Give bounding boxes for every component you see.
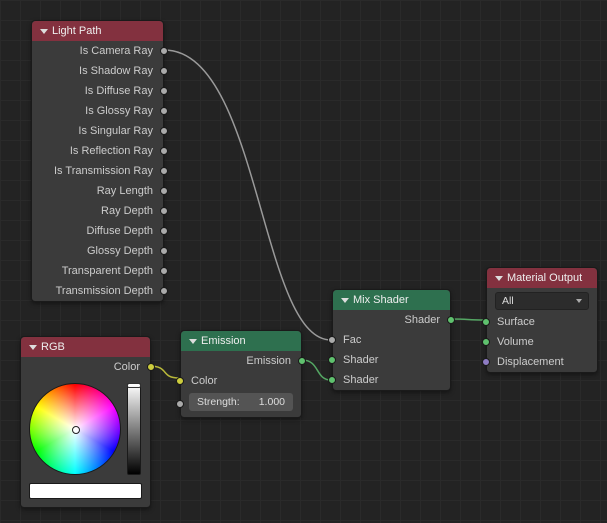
node-header-mix-shader[interactable]: Mix Shader [333, 290, 450, 310]
input-volume: Volume [487, 332, 597, 352]
node-rgb[interactable]: RGB Color [20, 336, 151, 508]
output-is-glossy-ray: Is Glossy Ray [32, 101, 163, 121]
color-wheel-cursor-icon [72, 426, 80, 434]
socket-out-glossy-depth[interactable] [160, 247, 168, 255]
socket-out-transparent-depth[interactable] [160, 267, 168, 275]
socket-in-shader-1[interactable] [328, 356, 336, 364]
input-displacement: Displacement [487, 352, 597, 372]
output-ray-depth: Ray Depth [32, 201, 163, 221]
socket-out-is-shadow-ray[interactable] [160, 67, 168, 75]
node-emission[interactable]: Emission Emission Color Strength: 1.000 [180, 330, 302, 418]
color-swatch[interactable] [29, 483, 142, 499]
node-header-rgb[interactable]: RGB [21, 337, 150, 357]
socket-out-is-singular-ray[interactable] [160, 127, 168, 135]
node-header-light-path[interactable]: Light Path [32, 21, 163, 41]
socket-out-transmission-depth[interactable] [160, 287, 168, 295]
input-surface: Surface [487, 312, 597, 332]
output-is-shadow-ray: Is Shadow Ray [32, 61, 163, 81]
input-shader-2: Shader [333, 370, 450, 390]
color-wheel[interactable] [29, 383, 121, 475]
socket-out-is-diffuse-ray[interactable] [160, 87, 168, 95]
node-light-path[interactable]: Light Path Is Camera Ray Is Shadow Ray I… [31, 20, 164, 302]
output-transmission-depth: Transmission Depth [32, 281, 163, 301]
node-title: Light Path [52, 25, 102, 37]
socket-out-diffuse-depth[interactable] [160, 227, 168, 235]
node-mix-shader[interactable]: Mix Shader Shader Fac Shader Shader [332, 289, 451, 391]
output-is-diffuse-ray: Is Diffuse Ray [32, 81, 163, 101]
node-title: Material Output [507, 272, 582, 284]
socket-out-is-glossy-ray[interactable] [160, 107, 168, 115]
strength-value: 1.000 [259, 396, 285, 408]
output-is-camera-ray: Is Camera Ray [32, 41, 163, 61]
node-header-material-output[interactable]: Material Output [487, 268, 597, 288]
collapse-toggle-icon[interactable] [495, 276, 503, 281]
socket-in-fac[interactable] [328, 336, 336, 344]
node-title: RGB [41, 341, 65, 353]
output-is-reflection-ray: Is Reflection Ray [32, 141, 163, 161]
output-is-transmission-ray: Is Transmission Ray [32, 161, 163, 181]
node-title: Mix Shader [353, 294, 409, 306]
output-transparent-depth: Transparent Depth [32, 261, 163, 281]
socket-in-displacement[interactable] [482, 358, 490, 366]
output-glossy-depth: Glossy Depth [32, 241, 163, 261]
chevron-down-icon [576, 299, 582, 303]
socket-in-volume[interactable] [482, 338, 490, 346]
output-mode-select[interactable]: All [495, 292, 589, 310]
strength-label: Strength: [197, 396, 240, 408]
output-mix-shader: Shader [333, 310, 450, 330]
output-mode-value: All [502, 295, 514, 307]
input-shader-1: Shader [333, 350, 450, 370]
socket-in-strength[interactable] [176, 400, 184, 408]
node-title: Emission [201, 335, 246, 347]
output-is-singular-ray: Is Singular Ray [32, 121, 163, 141]
node-material-output[interactable]: Material Output All Surface Volume Displ… [486, 267, 598, 373]
input-emission-color: Color [181, 371, 301, 391]
strength-field[interactable]: Strength: 1.000 [189, 393, 293, 411]
output-ray-length: Ray Length [32, 181, 163, 201]
socket-in-color[interactable] [176, 377, 184, 385]
input-fac: Fac [333, 330, 450, 350]
collapse-toggle-icon[interactable] [341, 298, 349, 303]
output-diffuse-depth: Diffuse Depth [32, 221, 163, 241]
socket-out-ray-depth[interactable] [160, 207, 168, 215]
collapse-toggle-icon[interactable] [40, 29, 48, 34]
node-header-emission[interactable]: Emission [181, 331, 301, 351]
socket-in-shader-2[interactable] [328, 376, 336, 384]
output-rgb-color: Color [21, 357, 150, 377]
socket-out-is-camera-ray[interactable] [160, 47, 168, 55]
collapse-toggle-icon[interactable] [189, 339, 197, 344]
value-slider[interactable] [127, 383, 141, 475]
socket-out-color[interactable] [147, 363, 155, 371]
socket-out-is-transmission-ray[interactable] [160, 167, 168, 175]
socket-out-is-reflection-ray[interactable] [160, 147, 168, 155]
socket-in-surface[interactable] [482, 318, 490, 326]
socket-out-ray-length[interactable] [160, 187, 168, 195]
socket-out-shader[interactable] [447, 316, 455, 324]
socket-out-emission[interactable] [298, 357, 306, 365]
output-emission: Emission [181, 351, 301, 371]
collapse-toggle-icon[interactable] [29, 345, 37, 350]
value-slider-thumb[interactable] [127, 383, 141, 388]
